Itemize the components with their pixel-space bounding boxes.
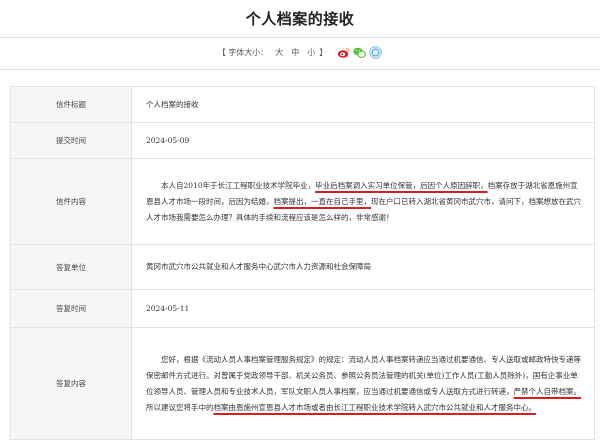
submit-time-value: 2024-05-09 (131, 122, 595, 159)
font-size-bar: 【 字体大小： 大 中 小 】 (0, 46, 600, 59)
row-submit-time: 提交时间 2024-05-09 (10, 122, 595, 159)
content-underlined-2: 档案提出，一直在自己手里， (273, 196, 372, 206)
font-size-small[interactable]: 小 (307, 47, 315, 58)
row-reply-time: 答复时间 2024-05-11 (10, 289, 595, 328)
title-divider (0, 37, 600, 38)
page-title: 个人档案的接收 (245, 10, 355, 28)
row-letter-content: 信件内容 本人自2010年于长江工程职业技术学院毕业，毕业后档案调入实习单位保管… (10, 158, 595, 245)
reply-content-label: 答复内容 (10, 327, 132, 440)
reply-content-paragraph: 您好，根据《流动人员人事档案管理服务规定》的规定：流动人员人事档案转递应当通过机… (146, 352, 584, 416)
reply-underlined-1: 严禁个人自带档案。 (513, 386, 582, 396)
letter-content-paragraph: 本人自2010年于长江工程职业技术学院毕业，毕业后档案调入实习单位保管，后因个人… (146, 178, 584, 226)
content-underlined-1: 毕业后档案调入实习单位保管，后因个人原因辞职， (315, 180, 488, 190)
reply-time-label: 答复时间 (10, 289, 132, 328)
content-text-1: 本人自2010年于长江工程职业技术学院毕业， (161, 180, 316, 190)
letter-title-label: 信件标题 (10, 86, 132, 123)
reply-unit-value: 黄冈市武穴市公共就业和人才服务中心武穴市人力资源和社会保障局 (131, 244, 595, 290)
share-icons (337, 46, 383, 59)
letter-detail-table: 信件标题 个人档案的接收 提交时间 2024-05-09 信件内容 本人自201… (10, 86, 595, 440)
reply-content-value: 您好，根据《流动人员人事档案管理服务规定》的规定：流动人员人事档案转递应当通过机… (131, 327, 595, 440)
font-size-label: 【 字体大小： (217, 48, 269, 57)
reply-time-value: 2024-05-11 (131, 289, 595, 328)
reply-underlined-2: 档案由恩施州宣恩县人才市场或者由长江工程职业技术学院转入武穴市公共就业和人才服务… (213, 402, 537, 412)
row-reply-unit: 答复单位 黄冈市武穴市公共就业和人才服务中心武穴市人力资源和社会保障局 (10, 244, 595, 290)
header-divider (0, 69, 600, 70)
letter-content-label: 信件内容 (10, 158, 132, 245)
letter-content-value: 本人自2010年于长江工程职业技术学院毕业，毕业后档案调入实习单位保管，后因个人… (131, 158, 595, 245)
reply-unit-label: 答复单位 (10, 244, 132, 290)
font-size-medium[interactable]: 中 (291, 47, 299, 58)
reply-text-2: 所以建议您将手中的 (146, 402, 214, 412)
letter-title-value: 个人档案的接收 (131, 86, 595, 123)
row-reply-content: 答复内容 您好，根据《流动人员人事档案管理服务规定》的规定：流动人员人事档案转递… (10, 327, 595, 440)
font-size-large[interactable]: 大 (275, 47, 283, 58)
weibo-icon[interactable] (337, 46, 350, 59)
submit-time-label: 提交时间 (10, 122, 132, 159)
font-size-close: 】 (319, 48, 328, 57)
wechat-icon[interactable] (353, 46, 367, 59)
row-letter-title: 信件标题 个人档案的接收 (10, 86, 595, 123)
qzone-icon[interactable] (369, 46, 383, 59)
